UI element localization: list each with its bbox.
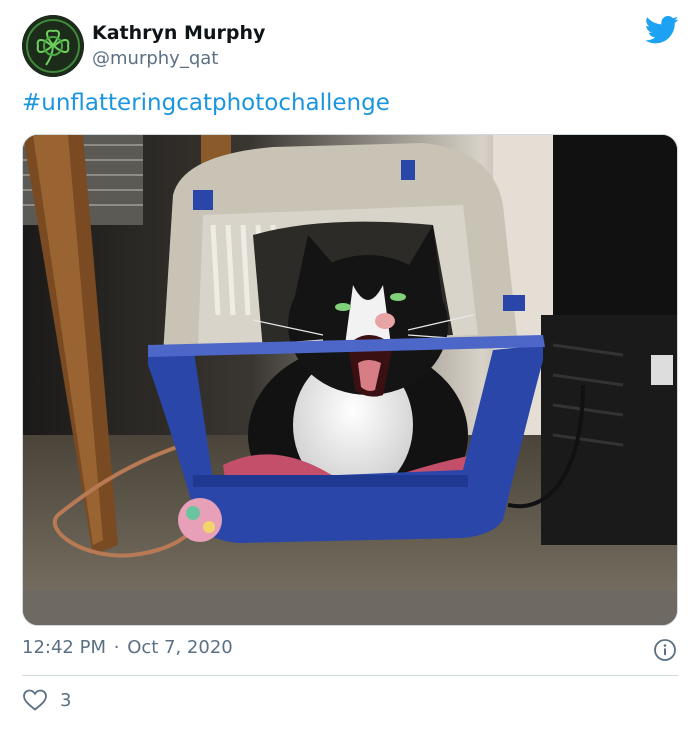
tweet-card: Kathryn Murphy @murphy_qat #unflattering… xyxy=(0,0,700,729)
author-avatar[interactable] xyxy=(22,15,84,77)
tweet-date: Oct 7, 2020 xyxy=(127,637,233,658)
author-name[interactable]: Kathryn Murphy xyxy=(92,22,265,44)
twitter-bird-icon[interactable] xyxy=(645,15,679,45)
like-button[interactable]: 3 xyxy=(22,688,71,712)
tweet-time: 12:42 PM xyxy=(22,637,106,658)
tweet-photo[interactable] xyxy=(22,134,678,626)
info-icon[interactable] xyxy=(653,638,677,662)
shamrock-icon xyxy=(22,15,84,77)
cat-in-carrier-photo xyxy=(23,135,677,625)
tweet-timestamp[interactable]: 12:42 PM · Oct 7, 2020 xyxy=(22,637,233,658)
heart-icon xyxy=(23,689,47,711)
hashtag-link[interactable]: #unflatteringcatphotochallenge xyxy=(22,90,390,116)
divider xyxy=(22,675,678,676)
author-handle[interactable]: @murphy_qat xyxy=(92,48,218,69)
like-count: 3 xyxy=(60,689,72,711)
meta-separator: · xyxy=(113,637,120,658)
